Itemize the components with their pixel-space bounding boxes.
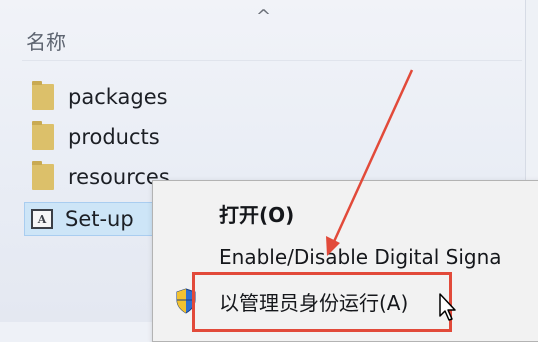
column-header-name[interactable]: 名称 <box>26 26 66 55</box>
app-icon: A <box>31 209 53 229</box>
shield-icon <box>176 288 196 314</box>
folder-icon <box>32 81 54 110</box>
file-row-resources[interactable]: resources <box>24 160 170 194</box>
file-row-set-up[interactable]: A Set-up <box>24 202 156 236</box>
menu-item-run-as-admin[interactable]: 以管理员身份运行(A) <box>153 283 538 319</box>
file-row-packages[interactable]: packages <box>24 80 168 114</box>
file-name: Set-up <box>65 207 134 231</box>
folder-icon <box>32 121 54 150</box>
file-name: packages <box>68 85 168 109</box>
menu-item-digital-signature[interactable]: Enable/Disable Digital Signa <box>153 239 538 275</box>
folder-icon <box>32 161 54 190</box>
file-name: products <box>68 125 160 149</box>
header-divider <box>22 60 522 61</box>
menu-item-open[interactable]: 打开(O) <box>153 195 538 231</box>
file-row-products[interactable]: products <box>24 120 160 154</box>
menu-item-label: 以管理员身份运行(A) <box>219 290 409 315</box>
menu-item-label: Enable/Disable Digital Signa <box>219 245 502 269</box>
context-menu: 打开(O) Enable/Disable Digital Signa 以管理员身… <box>152 180 538 342</box>
menu-item-label: 打开(O) <box>219 202 295 227</box>
sort-ascending-icon[interactable]: ^ <box>256 6 271 27</box>
mouse-cursor-icon <box>439 293 456 321</box>
